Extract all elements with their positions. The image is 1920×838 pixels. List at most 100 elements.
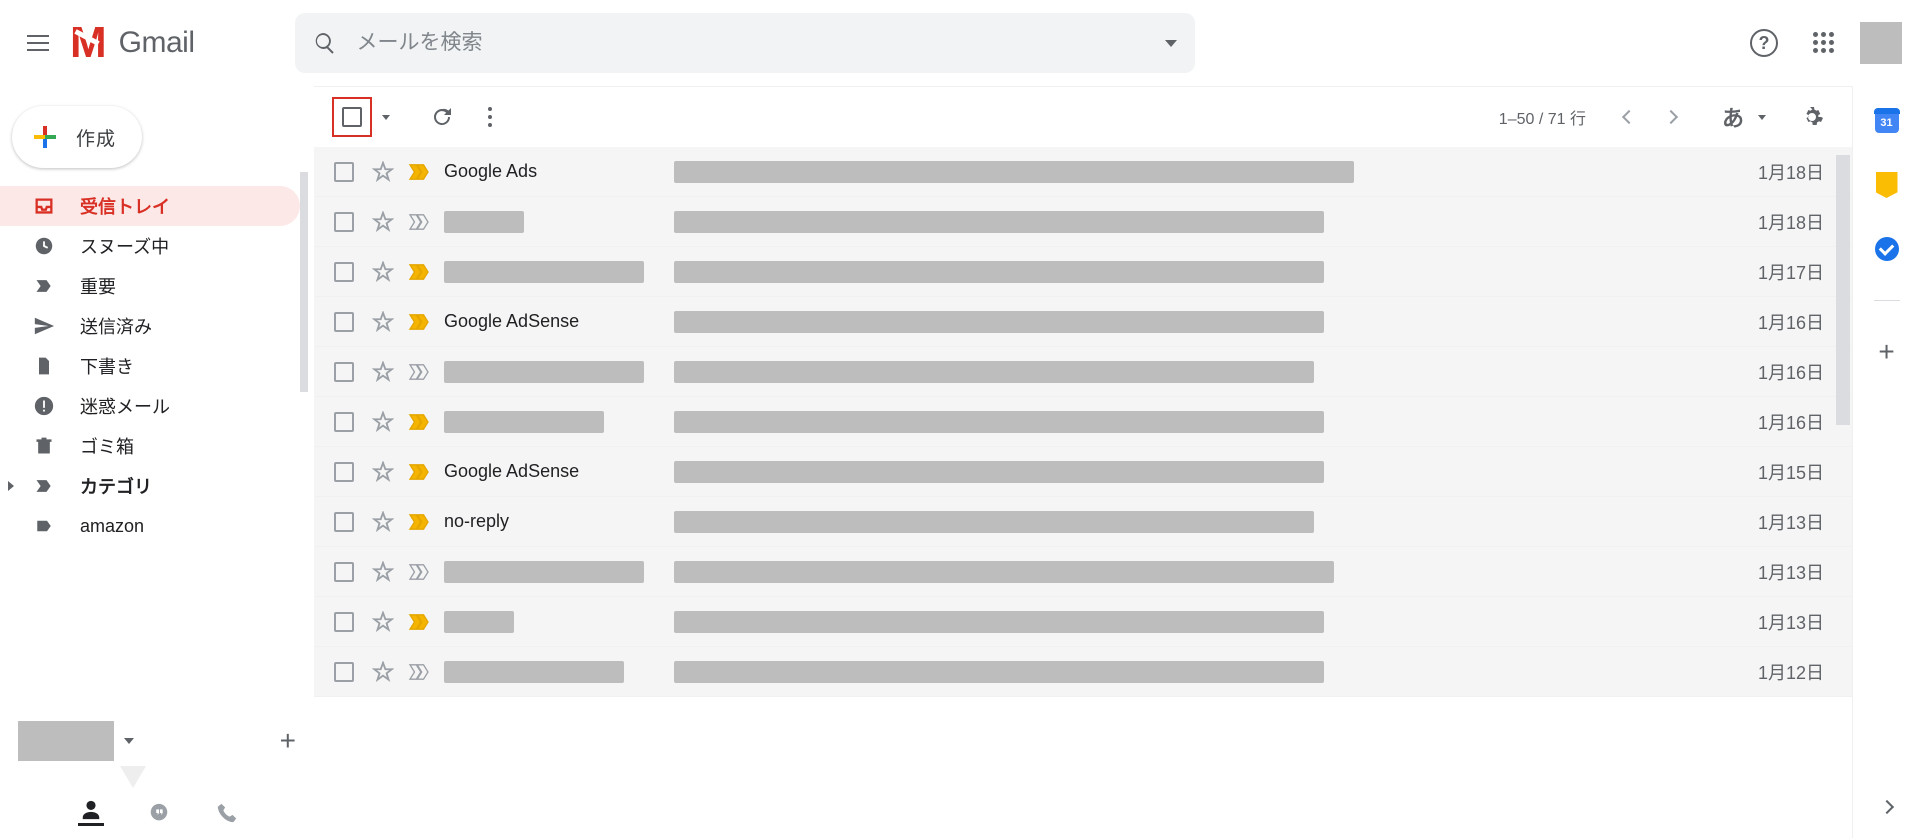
alert-icon	[32, 394, 56, 418]
search-input[interactable]	[357, 31, 1165, 55]
input-method-button[interactable]: あ	[1722, 101, 1744, 133]
sender-cell	[444, 411, 674, 433]
sidebar-item-sent[interactable]: 送信済み	[0, 306, 300, 346]
email-row[interactable]: Google AdSense1月16日	[314, 297, 1852, 347]
row-checkbox[interactable]	[334, 462, 354, 482]
subject-cell	[674, 211, 1720, 233]
star-button[interactable]	[372, 361, 408, 383]
email-row[interactable]: no-reply1月13日	[314, 497, 1852, 547]
email-row[interactable]: Google Ads1月18日	[314, 147, 1852, 197]
row-checkbox[interactable]	[334, 662, 354, 682]
sidebar-item-trash[interactable]: ゴミ箱	[0, 426, 300, 466]
newer-button[interactable]	[1612, 100, 1646, 134]
calendar-addon-button[interactable]: 31	[1874, 108, 1900, 134]
sender-cell	[444, 361, 674, 383]
select-dropdown-icon[interactable]	[382, 115, 390, 120]
select-all-checkbox[interactable]	[332, 97, 372, 137]
importance-marker[interactable]	[408, 613, 444, 631]
star-button[interactable]	[372, 611, 408, 633]
email-row[interactable]: 1月13日	[314, 597, 1852, 647]
star-button[interactable]	[372, 461, 408, 483]
row-checkbox[interactable]	[334, 362, 354, 382]
tasks-addon-button[interactable]	[1874, 236, 1900, 262]
sidepanel-divider	[1874, 300, 1900, 301]
google-apps-button[interactable]	[1800, 19, 1848, 67]
settings-button[interactable]	[1800, 105, 1824, 129]
importance-marker[interactable]	[408, 513, 444, 531]
star-button[interactable]	[372, 411, 408, 433]
sender-cell: Google Ads	[444, 161, 674, 182]
importance-marker[interactable]	[408, 163, 444, 181]
importance-marker[interactable]	[408, 313, 444, 331]
importance-marker[interactable]	[408, 663, 444, 681]
gmail-logo[interactable]: M Gmail	[70, 18, 195, 68]
account-avatar[interactable]	[1860, 22, 1902, 64]
row-checkbox[interactable]	[334, 612, 354, 632]
email-row[interactable]: Google AdSense1月15日	[314, 447, 1852, 497]
new-conversation-button[interactable]: +	[280, 725, 296, 757]
checkbox-icon	[342, 107, 362, 127]
date-cell: 1月18日	[1744, 209, 1824, 235]
input-method-dropdown-icon[interactable]	[1758, 115, 1766, 120]
importance-marker[interactable]	[408, 413, 444, 431]
star-button[interactable]	[372, 161, 408, 183]
sidebar-item-inbox[interactable]: 受信トレイ	[0, 186, 300, 226]
sender-name: Google AdSense	[444, 311, 579, 331]
importance-marker[interactable]	[408, 563, 444, 581]
scrollbar-thumb[interactable]	[1836, 155, 1850, 425]
row-checkbox[interactable]	[334, 562, 354, 582]
refresh-button[interactable]	[430, 105, 454, 129]
more-actions-button[interactable]	[488, 107, 492, 127]
hangouts-status-dropdown-icon[interactable]	[124, 738, 134, 744]
star-button[interactable]	[372, 261, 408, 283]
importance-marker[interactable]	[408, 213, 444, 231]
email-row[interactable]: 1月18日	[314, 197, 1852, 247]
star-button[interactable]	[372, 511, 408, 533]
contacts-tab[interactable]	[78, 800, 104, 826]
redacted-subject	[674, 661, 1324, 683]
hangouts-avatar[interactable]	[18, 721, 114, 761]
row-checkbox[interactable]	[334, 262, 354, 282]
sidebar-scrollbar-thumb[interactable]	[300, 172, 308, 392]
sidebar-item-categories[interactable]: カテゴリ	[0, 466, 300, 506]
row-checkbox[interactable]	[334, 212, 354, 232]
hangouts-tab[interactable]	[146, 800, 172, 826]
sidebar-item-important[interactable]: 重要	[0, 266, 300, 306]
hide-sidepanel-button[interactable]	[1874, 794, 1900, 820]
email-row[interactable]: 1月13日	[314, 547, 1852, 597]
row-checkbox[interactable]	[334, 312, 354, 332]
compose-button[interactable]: 作成	[12, 106, 142, 168]
row-checkbox[interactable]	[334, 162, 354, 182]
older-button[interactable]	[1654, 100, 1688, 134]
get-addons-button[interactable]: +	[1874, 339, 1900, 365]
star-button[interactable]	[372, 311, 408, 333]
sidebar-item-label-amazon[interactable]: amazon	[0, 506, 300, 546]
sidebar-item-label: 受信トレイ	[80, 193, 170, 219]
sender-name: no-reply	[444, 511, 509, 531]
subject-cell	[674, 261, 1720, 283]
sidebar-item-spam[interactable]: 迷惑メール	[0, 386, 300, 426]
sidebar-item-snoozed[interactable]: スヌーズ中	[0, 226, 300, 266]
support-button[interactable]: ?	[1740, 19, 1788, 67]
row-checkbox[interactable]	[334, 412, 354, 432]
redacted-subject	[674, 161, 1354, 183]
keep-addon-button[interactable]	[1874, 172, 1900, 198]
importance-marker[interactable]	[408, 463, 444, 481]
email-row[interactable]: 1月12日	[314, 647, 1852, 697]
row-checkbox[interactable]	[334, 512, 354, 532]
email-row[interactable]: 1月16日	[314, 397, 1852, 447]
search-bar[interactable]	[295, 13, 1195, 73]
main-menu-button[interactable]	[14, 19, 62, 67]
search-options-dropdown-icon[interactable]	[1165, 40, 1177, 47]
importance-marker[interactable]	[408, 363, 444, 381]
email-row[interactable]: 1月17日	[314, 247, 1852, 297]
date-cell: 1月13日	[1744, 609, 1824, 635]
star-button[interactable]	[372, 561, 408, 583]
search-icon	[313, 31, 337, 55]
importance-marker[interactable]	[408, 263, 444, 281]
star-button[interactable]	[372, 211, 408, 233]
sidebar-item-drafts[interactable]: 下書き	[0, 346, 300, 386]
star-button[interactable]	[372, 661, 408, 683]
email-row[interactable]: 1月16日	[314, 347, 1852, 397]
phone-tab[interactable]	[214, 800, 240, 826]
